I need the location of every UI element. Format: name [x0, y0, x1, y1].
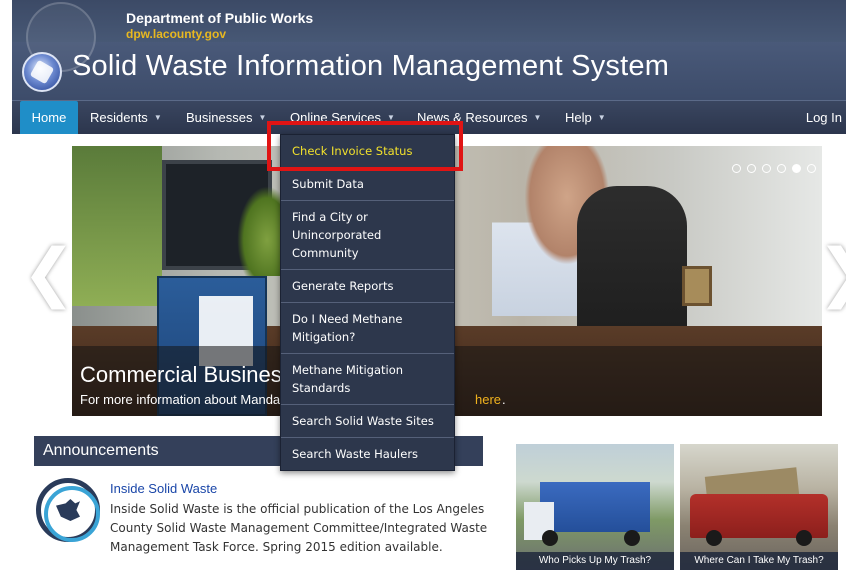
department-name[interactable]: Department of Public Works — [126, 10, 313, 26]
nav-online-services-label: Online Services — [290, 110, 382, 125]
app-logo-icon[interactable] — [22, 52, 62, 92]
nav-help-label: Help — [565, 110, 592, 125]
wheel-image — [542, 530, 558, 546]
garbage-truck-image — [540, 482, 650, 532]
nav-businesses[interactable]: Businesses ▼ — [186, 101, 266, 135]
slide-indicators — [732, 164, 817, 176]
menu-item-search-haulers[interactable]: Search Waste Haulers — [281, 438, 454, 470]
app-title[interactable]: Solid Waste Information Management Syste… — [72, 50, 669, 83]
thumbnail-where-take[interactable]: Where Can I Take My Trash? — [680, 444, 838, 570]
next-slide-icon[interactable]: ❯ — [817, 236, 846, 310]
nav-news-resources-label: News & Resources — [417, 110, 528, 125]
menu-item-find-city[interactable]: Find a City or Unincorporated Community — [281, 201, 454, 270]
thumbnail-caption: Where Can I Take My Trash? — [680, 552, 838, 570]
menu-item-methane-standards[interactable]: Methane Mitigation Standards — [281, 354, 454, 405]
previous-slide-icon[interactable]: ❮ — [22, 236, 76, 310]
announcement-link[interactable]: Inside Solid Waste — [110, 481, 217, 496]
thumbnail-caption: Who Picks Up My Trash? — [516, 552, 674, 570]
online-services-dropdown: Check Invoice Status Submit Data Find a … — [280, 134, 455, 471]
nav-help[interactable]: Help ▼ — [565, 101, 606, 135]
wheel-image — [796, 530, 812, 546]
announcements-title: Announcements — [43, 442, 159, 459]
slide-dot[interactable] — [807, 164, 816, 173]
menu-item-submit-data[interactable]: Submit Data — [281, 168, 454, 201]
slide-dot[interactable] — [747, 164, 756, 173]
slide-dot[interactable] — [762, 164, 771, 173]
chevron-down-icon: ▼ — [153, 113, 162, 122]
menu-item-methane-mitigation[interactable]: Do I Need Methane Mitigation? — [281, 303, 454, 354]
nav-residents-label: Residents — [90, 110, 148, 125]
nav-residents[interactable]: Residents ▼ — [90, 101, 162, 135]
menu-item-search-sites[interactable]: Search Solid Waste Sites — [281, 405, 454, 438]
announcement-body: Inside Solid Waste is the official publi… — [110, 502, 488, 554]
thumbnail-who-picks-up[interactable]: Who Picks Up My Trash? — [516, 444, 674, 570]
menu-item-generate-reports[interactable]: Generate Reports — [281, 270, 454, 303]
picture-frame-image — [682, 266, 712, 306]
slide-dot[interactable] — [777, 164, 786, 173]
hero-caption-link[interactable]: here — [475, 392, 501, 407]
chevron-down-icon: ▼ — [533, 113, 542, 122]
wheel-image — [706, 530, 722, 546]
slide-dot-active[interactable] — [792, 164, 801, 173]
login-link[interactable]: Log In — [806, 101, 842, 135]
wheel-image — [624, 530, 640, 546]
department-url[interactable]: dpw.lacounty.gov — [126, 27, 226, 41]
menu-item-check-invoice-status[interactable]: Check Invoice Status — [281, 135, 454, 168]
nav-online-services[interactable]: Online Services ▼ — [290, 101, 410, 135]
main-nav: Home Residents ▼ Businesses ▼ Online Servi… — [12, 100, 846, 135]
slide-dot[interactable] — [732, 164, 741, 173]
inside-solid-waste-icon — [36, 478, 100, 542]
hero-caption-title: Commercial Business — [80, 362, 293, 387]
window-image — [72, 146, 162, 306]
chevron-down-icon: ▼ — [258, 113, 267, 122]
nav-businesses-label: Businesses — [186, 110, 253, 125]
nav-home-label: Home — [31, 110, 67, 125]
site-header: Department of Public Works dpw.lacounty.… — [12, 0, 846, 100]
hero-caption-period: . — [502, 392, 506, 407]
nav-home[interactable]: Home — [20, 101, 78, 135]
hero-caption-text: For more information about Mandat — [80, 392, 284, 407]
nav-news-resources[interactable]: News & Resources ▼ — [417, 101, 541, 135]
chevron-down-icon: ▼ — [597, 113, 606, 122]
chevron-down-icon: ▼ — [387, 113, 395, 122]
